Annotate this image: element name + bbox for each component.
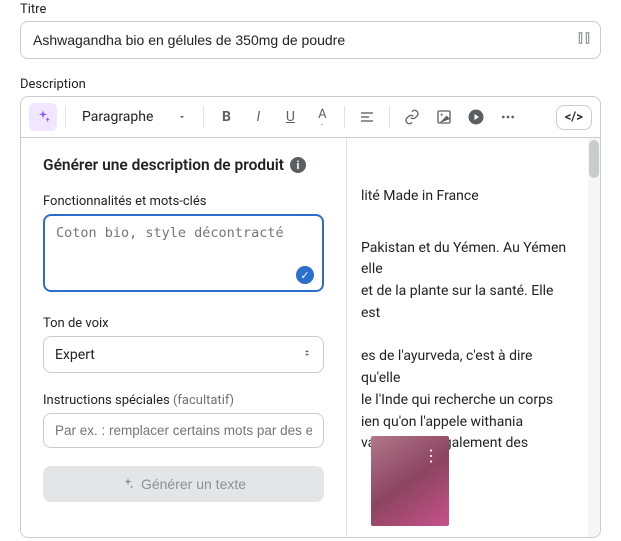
paragraph-select[interactable]: Paragraphe xyxy=(74,105,195,129)
keywords-input[interactable] xyxy=(43,214,324,292)
title-input-icon xyxy=(577,31,591,49)
title-field-wrap xyxy=(20,21,601,59)
paragraph-label: Paragraphe xyxy=(82,109,153,125)
bold-button[interactable]: B xyxy=(212,103,240,131)
align-button[interactable] xyxy=(353,103,381,131)
video-thumbnail[interactable] xyxy=(371,436,449,526)
ai-panel-heading: Générer une description de produit i xyxy=(43,156,324,174)
italic-button[interactable]: I xyxy=(244,103,272,131)
keywords-label: Fonctionnalités et mots-clés xyxy=(43,194,324,209)
title-input[interactable] xyxy=(20,21,601,59)
tone-label: Ton de voix xyxy=(43,316,324,331)
generate-text-button[interactable]: Générer un texte xyxy=(43,466,324,502)
more-button[interactable] xyxy=(494,103,522,131)
scrollbar-thumb[interactable] xyxy=(589,140,599,178)
video-button[interactable] xyxy=(462,103,490,131)
text-color-button[interactable]: A xyxy=(308,103,336,131)
ai-generate-button[interactable] xyxy=(29,103,57,131)
check-icon: ✓ xyxy=(296,266,314,284)
underline-button[interactable]: U xyxy=(276,103,304,131)
editor-toolbar: Paragraphe B I U A </> xyxy=(20,96,601,138)
special-instructions-input[interactable] xyxy=(43,413,324,448)
scrollbar-track[interactable] xyxy=(588,138,600,537)
description-label: Description xyxy=(20,77,601,92)
ai-panel-heading-text: Générer une description de produit xyxy=(43,156,284,174)
editor-area: lité Made in France Pakistan et du Yémen… xyxy=(20,138,601,538)
special-optional: (facultatif) xyxy=(173,393,234,408)
title-label: Titre xyxy=(20,2,601,17)
generate-button-label: Générer un texte xyxy=(141,476,246,492)
special-label-text: Instructions spéciales xyxy=(43,393,170,408)
special-label: Instructions spéciales (facultatif) xyxy=(43,393,324,408)
image-button[interactable] xyxy=(430,103,458,131)
sparkle-icon xyxy=(121,477,135,491)
ai-generate-panel: Générer une description de produit i Fon… xyxy=(21,138,347,537)
tone-value: Expert xyxy=(55,347,95,363)
info-icon[interactable]: i xyxy=(290,157,306,173)
tone-select[interactable]: Expert xyxy=(43,336,324,373)
chevron-updown-icon xyxy=(302,346,312,363)
link-button[interactable] xyxy=(398,103,426,131)
html-view-button[interactable]: </> xyxy=(556,105,592,130)
